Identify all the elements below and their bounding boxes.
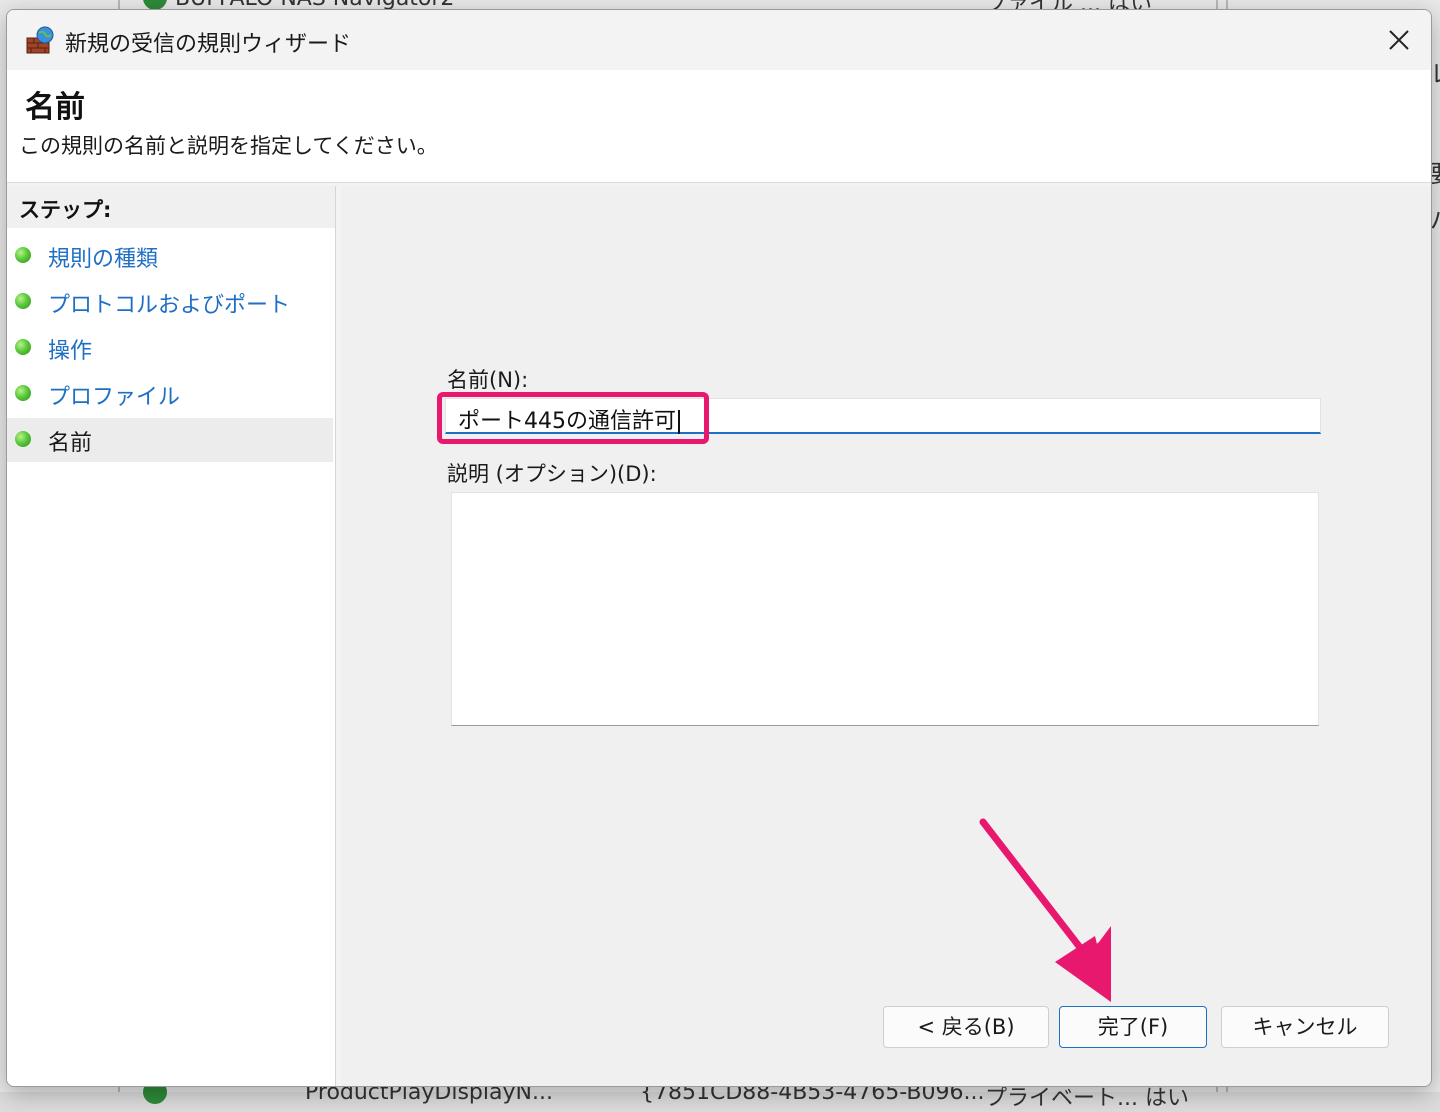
step-status-icon xyxy=(15,431,31,447)
step-status-icon xyxy=(15,293,31,309)
content-area: 名前(N): ポート445の通信許可 説明 (オプション)(D): < 戻る(B… xyxy=(341,186,1431,1086)
cancel-button[interactable]: キャンセル xyxy=(1221,1006,1389,1048)
step-label: プロトコルおよびポート xyxy=(48,293,291,318)
annotation-highlight-box xyxy=(437,392,709,444)
description-field-label: 説明 (オプション)(D): xyxy=(447,462,657,486)
annotation-arrow-icon xyxy=(979,818,1111,1002)
step-label: 名前 xyxy=(48,431,93,456)
step-status-icon xyxy=(15,385,31,401)
step-label: 操作 xyxy=(48,339,93,364)
step-status-icon xyxy=(15,339,31,355)
step-name[interactable]: 名前 xyxy=(7,418,333,462)
close-button[interactable] xyxy=(1367,10,1431,70)
close-icon xyxy=(1389,30,1409,50)
steps-panel: ステップ: 規則の種類 プロトコルおよびポート 操作 プロファイル 名前 xyxy=(7,186,336,1086)
step-profile[interactable]: プロファイル xyxy=(7,372,333,416)
step-status-icon xyxy=(15,247,31,263)
step-rule-type[interactable]: 規則の種類 xyxy=(7,234,333,278)
window-title: 新規の受信の規則ウィザード xyxy=(65,32,352,57)
name-field-label: 名前(N): xyxy=(447,368,529,392)
wizard-dialog: 新規の受信の規則ウィザード 名前 この規則の名前と説明を指定してください。 ステ… xyxy=(6,9,1432,1087)
step-label: プロファイル xyxy=(48,385,181,410)
wizard-header: 名前 この規則の名前と説明を指定してください。 xyxy=(7,70,1431,183)
description-textarea[interactable] xyxy=(451,492,1319,726)
steps-heading-label: ステップ: xyxy=(19,198,112,222)
finish-button[interactable]: 完了(F) xyxy=(1059,1006,1207,1048)
step-protocol-port[interactable]: プロトコルおよびポート xyxy=(7,280,333,324)
steps-heading: ステップ: xyxy=(7,186,335,228)
back-button[interactable]: < 戻る(B) xyxy=(883,1006,1049,1048)
step-label: 規則の種類 xyxy=(48,247,159,272)
page-title: 名前 xyxy=(25,90,85,125)
page-description: この規則の名前と説明を指定してください。 xyxy=(19,134,438,158)
firewall-icon xyxy=(26,26,54,54)
step-action[interactable]: 操作 xyxy=(7,326,333,370)
title-bar[interactable]: 新規の受信の規則ウィザード xyxy=(7,10,1431,70)
